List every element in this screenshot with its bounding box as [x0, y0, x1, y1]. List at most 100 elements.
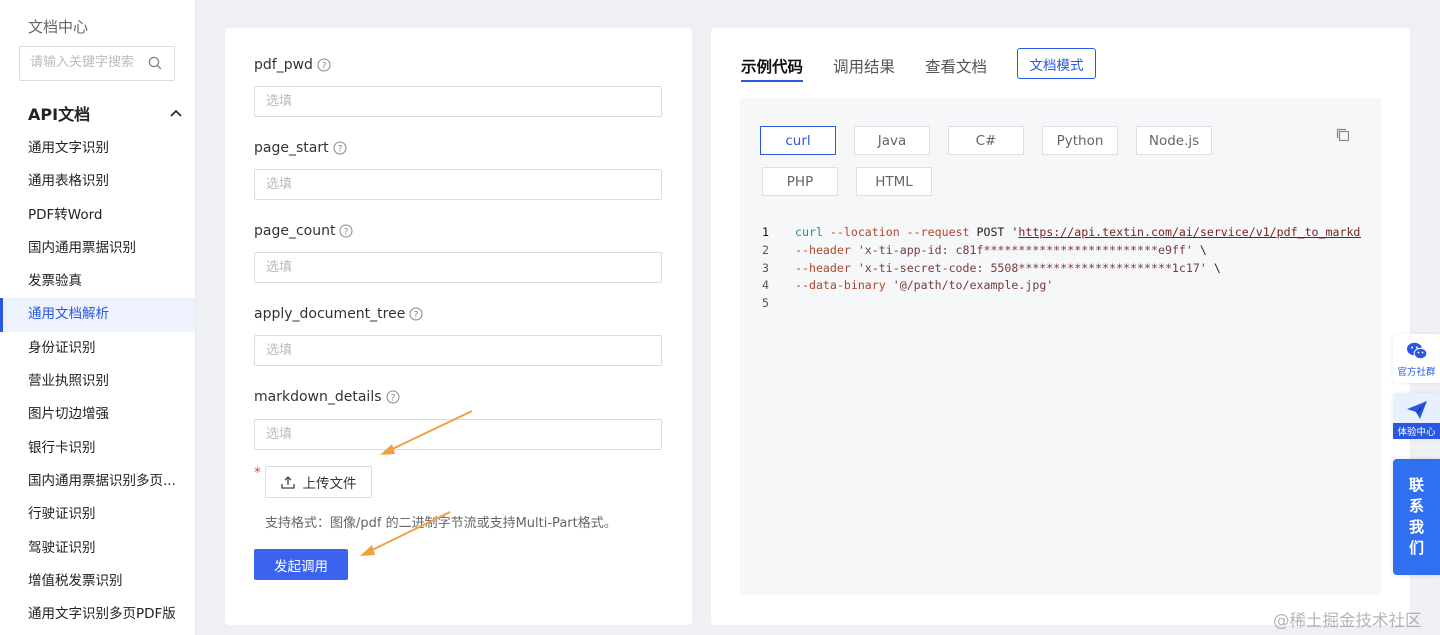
sidebar-item[interactable]: 通用表格识别 [0, 165, 195, 198]
sidebar-item[interactable]: 图片切边增强 [0, 398, 195, 431]
lang-java-button[interactable]: Java [854, 126, 930, 155]
tab-sample-code[interactable]: 示例代码 [741, 55, 804, 82]
chevron-up-icon[interactable] [170, 109, 182, 117]
wechat-icon [1406, 342, 1427, 360]
lang-html-button[interactable]: HTML [856, 167, 932, 196]
upload-icon [280, 476, 295, 489]
field-label-markdown-details: markdown_details ? [254, 389, 400, 405]
contact-char: 联 [1408, 476, 1424, 494]
lang-python-button[interactable]: Python [1042, 126, 1118, 155]
code-line-text: curl --location --request POST 'https://… [795, 225, 1361, 239]
page-start-input[interactable] [255, 170, 661, 199]
code-line: 2 --header 'x-ti-app-id: c81f***********… [740, 242, 1361, 260]
apply-document-tree-field[interactable] [254, 335, 662, 366]
contact-us-button[interactable]: 联 系 我 们 [1393, 459, 1440, 575]
field-label-text: markdown_details [254, 389, 382, 405]
api-docs-group-label: API文档 [28, 105, 91, 124]
sidebar-item[interactable]: 行驶证识别 [0, 498, 195, 531]
code-listing: 1 curl --location --request POST 'https:… [740, 224, 1361, 313]
sidebar-item[interactable]: 通用文字识别多页PDF版 [0, 598, 195, 631]
community-label: 官方社群 [1397, 367, 1436, 378]
lang-php-button[interactable]: PHP [762, 167, 838, 196]
code-line: 3 --header 'x-ti-secret-code: 5508******… [740, 260, 1361, 278]
code-line: 1 curl --location --request POST 'https:… [740, 224, 1361, 242]
svg-text:?: ? [344, 228, 349, 238]
paper-plane-icon [1406, 401, 1427, 419]
lang-curl-button[interactable]: curl [760, 126, 836, 155]
contact-char: 们 [1408, 539, 1424, 557]
watermark: @稀土掘金技术社区 [1273, 611, 1422, 630]
code-line-text: --data-binary '@/path/to/example.jpg' [795, 278, 1054, 293]
pdf-pwd-field[interactable] [254, 86, 662, 117]
line-number: 1 [762, 225, 769, 239]
svg-text:?: ? [322, 62, 327, 72]
api-docs-group[interactable]: API文档 [28, 101, 182, 125]
code-line-text: --header 'x-ti-secret-code: 5508********… [795, 260, 1221, 275]
sidebar-item[interactable]: 通用文字识别 [0, 132, 195, 165]
code-line: 5 [740, 295, 1361, 313]
experience-center-widget[interactable]: 体验中心 [1393, 393, 1440, 439]
search-input[interactable] [30, 55, 142, 70]
help-icon[interactable]: ? [333, 141, 347, 155]
svg-text:?: ? [414, 311, 419, 321]
official-community-widget[interactable]: 官方社群 [1393, 334, 1440, 383]
code-line-text: --header 'x-ti-app-id: c81f*************… [795, 242, 1207, 257]
help-icon[interactable]: ? [317, 58, 331, 72]
svg-text:?: ? [390, 394, 395, 404]
apply-document-tree-input[interactable] [255, 336, 661, 365]
markdown-details-input[interactable] [255, 420, 661, 449]
field-label-text: apply_document_tree [254, 306, 406, 322]
tab-call-result[interactable]: 调用结果 [833, 55, 895, 77]
required-mark: * [254, 465, 261, 481]
help-icon[interactable]: ? [386, 390, 400, 404]
lang-csharp-button[interactable]: C# [948, 126, 1024, 155]
sidebar: 文档中心 API文档 通用文字识别 通用表格识别 PDF转Word 国内通用票据… [0, 0, 196, 635]
format-hint: 支持格式：图像/pdf 的二进制字节流或支持Multi-Part格式。 [265, 516, 617, 531]
pdf-pwd-input[interactable] [255, 87, 661, 116]
field-label-page-count: page_count ? [254, 223, 353, 239]
sidebar-items: 通用文字识别 通用表格识别 PDF转Word 国内通用票据识别 发票验真 通用文… [0, 132, 195, 631]
code-line: 4 --data-binary '@/path/to/example.jpg' [740, 277, 1361, 295]
sidebar-item[interactable]: 国内通用票据识别 [0, 232, 195, 265]
sidebar-item[interactable]: 增值税发票识别 [0, 565, 195, 598]
code-box: curl Java C# Python Node.js PHP HTML 1 c… [740, 98, 1381, 595]
upload-file-button[interactable]: 上传文件 [265, 466, 372, 498]
code-panel: 示例代码 调用结果 查看文档 文档模式 curl Java C# Python … [711, 28, 1410, 625]
sidebar-search[interactable] [19, 46, 175, 81]
tab-view-docs[interactable]: 查看文档 [925, 55, 987, 77]
upload-file-label: 上传文件 [302, 476, 357, 492]
line-number: 4 [762, 278, 769, 293]
page-start-field[interactable] [254, 169, 662, 200]
line-number: 3 [762, 260, 769, 275]
sidebar-item-active[interactable]: 通用文档解析 [0, 298, 195, 332]
line-number: 2 [762, 242, 769, 257]
contact-char: 系 [1408, 497, 1424, 515]
search-icon[interactable] [148, 56, 162, 70]
lang-nodejs-button[interactable]: Node.js [1136, 126, 1212, 155]
sidebar-item[interactable]: PDF转Word [0, 199, 195, 232]
page-count-field[interactable] [254, 252, 662, 283]
sidebar-item[interactable]: 国内通用票据识别多页... [0, 465, 195, 498]
sidebar-title: 文档中心 [28, 18, 89, 36]
sidebar-item[interactable]: 发票验真 [0, 265, 195, 298]
contact-char: 我 [1408, 518, 1424, 536]
experience-label: 体验中心 [1393, 423, 1440, 439]
sidebar-item[interactable]: 驾驶证识别 [0, 532, 195, 565]
markdown-details-field[interactable] [254, 419, 662, 450]
field-label-text: pdf_pwd [254, 57, 313, 73]
field-label-text: page_count [254, 223, 336, 239]
field-label-text: page_start [254, 140, 329, 156]
request-form-panel: pdf_pwd ? page_start ? page_count ? appl… [225, 28, 692, 625]
help-icon[interactable]: ? [409, 307, 423, 321]
field-label-apply-document-tree: apply_document_tree ? [254, 306, 423, 322]
copy-icon[interactable] [1335, 127, 1351, 143]
line-number: 5 [762, 296, 769, 311]
sidebar-item[interactable]: 营业执照识别 [0, 365, 195, 398]
help-icon[interactable]: ? [339, 224, 353, 238]
page-count-input[interactable] [255, 253, 661, 282]
sidebar-item[interactable]: 银行卡识别 [0, 432, 195, 465]
sidebar-item[interactable]: 身份证识别 [0, 332, 195, 365]
field-label-pdf-pwd: pdf_pwd ? [254, 57, 331, 73]
submit-call-button[interactable]: 发起调用 [254, 549, 348, 580]
doc-mode-button[interactable]: 文档模式 [1017, 48, 1096, 79]
